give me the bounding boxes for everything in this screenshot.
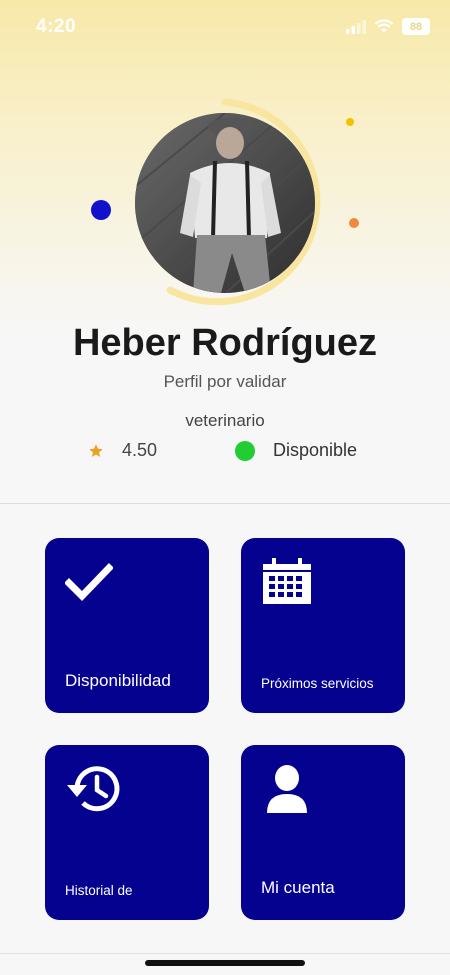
- calendar-icon: [263, 558, 311, 604]
- availability-dot: [235, 440, 255, 461]
- checkmark-icon: [65, 563, 113, 601]
- battery-level: 88: [409, 20, 423, 33]
- history-icon: [67, 766, 120, 812]
- home-indicator[interactable]: [145, 960, 305, 966]
- history-tile[interactable]: Historial de: [45, 745, 209, 920]
- profile-avatar[interactable]: [135, 113, 315, 293]
- rating: 4.50: [88, 440, 157, 461]
- tile-label: Próximos servicios: [261, 676, 374, 691]
- bottom-divider: [0, 953, 450, 954]
- tile-label: Mi cuenta: [261, 878, 335, 897]
- decorative-dot-yellow: [346, 118, 354, 126]
- wifi-icon: [374, 19, 394, 33]
- availability-label: Disponible: [273, 440, 358, 460]
- tile-label: Historial de: [65, 883, 133, 898]
- decorative-dot-orange: [349, 218, 359, 228]
- status-icons: 88: [346, 18, 430, 35]
- user-icon: [267, 765, 307, 813]
- my-account-tile[interactable]: Mi cuenta: [241, 745, 405, 920]
- signal-icon: [346, 19, 366, 34]
- availability-indicator: Disponible: [235, 440, 357, 461]
- upcoming-services-tile[interactable]: Próximos servicios: [241, 538, 405, 713]
- availability-tile[interactable]: Disponibilidad: [45, 538, 209, 713]
- status-time: 4:20: [36, 16, 77, 37]
- profile-photo: [135, 113, 315, 293]
- profile-role: veterinario: [185, 411, 265, 430]
- decorative-dot-blue: [91, 200, 111, 220]
- status-bar: 4:20 88: [0, 0, 450, 56]
- section-divider: [0, 503, 450, 504]
- rating-value: 4.50: [122, 440, 158, 460]
- battery-icon: 88: [402, 18, 430, 35]
- star-icon: [89, 443, 103, 457]
- profile-name: Heber Rodríguez: [72, 322, 378, 364]
- profile-status: Perfil por validar: [163, 372, 287, 391]
- tile-label: Disponibilidad: [65, 671, 171, 690]
